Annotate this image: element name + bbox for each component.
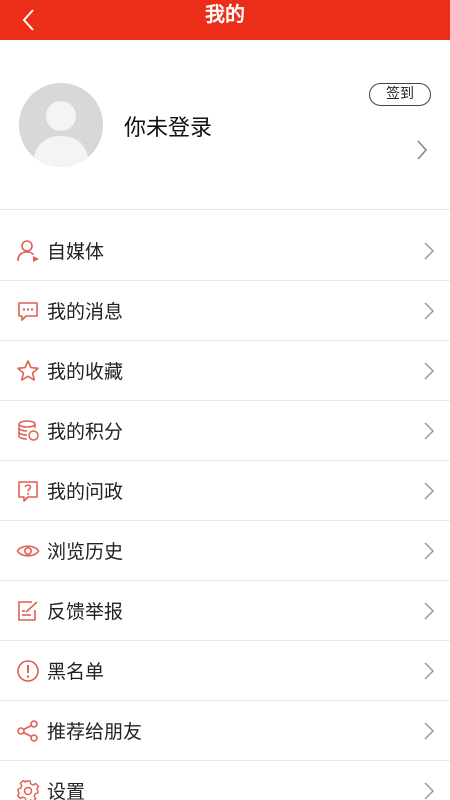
menu-item-inquiries[interactable]: 我的问政 [0, 461, 450, 521]
menu-item-messages[interactable]: 我的消息 [0, 281, 450, 341]
chevron-right-icon [424, 242, 435, 260]
login-status-label[interactable]: 你未登录 [124, 110, 212, 142]
chevron-right-icon [424, 422, 435, 440]
menu-item-feedback[interactable]: 反馈举报 [0, 581, 450, 641]
signin-button[interactable]: 签到 [369, 83, 431, 106]
menu-item-label: 自媒体 [47, 241, 105, 263]
menu-item-favorites[interactable]: 我的收藏 [0, 341, 450, 401]
menu-item-label: 推荐给朋友 [47, 721, 143, 743]
menu-item-self-media[interactable]: 自媒体 [0, 221, 450, 281]
alert-icon [16, 659, 40, 683]
profile-card[interactable]: 你未登录 签到 [0, 40, 450, 210]
default-avatar-icon [19, 83, 103, 167]
menu-item-settings[interactable]: 设置 [0, 761, 450, 800]
menu-item-label: 我的收藏 [47, 361, 124, 383]
coins-icon [16, 419, 40, 443]
menu-item-blacklist[interactable]: 黑名单 [0, 641, 450, 701]
chevron-right-icon [424, 662, 435, 680]
question-icon [16, 479, 40, 503]
menu-list: 自媒体 我的消息 我的收藏 我的积分 我的问政 浏览历史 反馈举报 黑名单 推荐… [0, 221, 450, 800]
menu-item-label: 黑名单 [47, 661, 105, 683]
edit-icon [16, 599, 40, 623]
eye-icon [16, 539, 40, 563]
chevron-right-icon [424, 782, 435, 800]
chevron-right-icon [424, 722, 435, 740]
menu-item-share[interactable]: 推荐给朋友 [0, 701, 450, 761]
page-title: 我的 [205, 2, 245, 26]
menu-item-label: 我的问政 [47, 481, 124, 503]
menu-item-points[interactable]: 我的积分 [0, 401, 450, 461]
menu-item-label: 浏览历史 [47, 541, 124, 563]
avatar[interactable] [19, 83, 103, 167]
gear-icon [16, 779, 40, 800]
menu-item-label: 反馈举报 [47, 601, 124, 623]
user-media-icon [16, 239, 40, 263]
menu-item-label: 我的消息 [47, 301, 124, 323]
chevron-right-icon [417, 140, 428, 160]
menu-item-history[interactable]: 浏览历史 [0, 521, 450, 581]
chevron-right-icon [424, 302, 435, 320]
share-icon [16, 719, 40, 743]
menu-item-label: 设置 [47, 781, 86, 800]
chevron-right-icon [424, 482, 435, 500]
chevron-right-icon [424, 362, 435, 380]
star-icon [16, 359, 40, 383]
menu-item-label: 我的积分 [47, 421, 124, 443]
chevron-right-icon [424, 602, 435, 620]
chevron-right-icon [424, 542, 435, 560]
top-bar: 我的 [0, 0, 450, 40]
message-icon [16, 299, 40, 323]
